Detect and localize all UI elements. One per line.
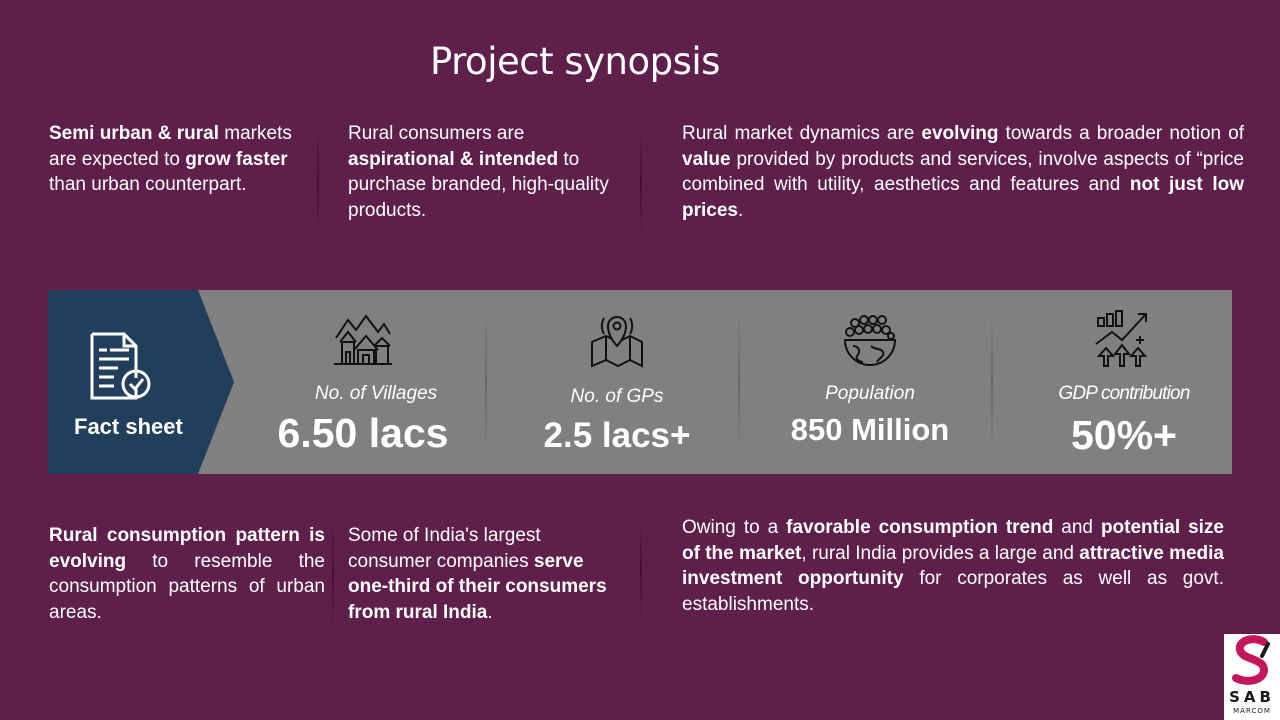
map-pin-icon	[588, 312, 646, 373]
body-text: .	[737, 199, 744, 221]
divider	[640, 522, 642, 620]
stat-value-population: 850 Million	[790, 412, 950, 447]
divider	[317, 128, 319, 236]
divider	[332, 522, 334, 628]
emphasis-text: value	[682, 148, 731, 170]
body-text: Rural consumers are	[348, 123, 525, 144]
text-block-consumers: Rural consumers are aspirational & inten…	[348, 121, 618, 223]
divider	[738, 312, 740, 452]
divider	[640, 128, 642, 236]
page-title: Project synopsis	[430, 40, 720, 83]
divider	[991, 312, 993, 452]
logo-text: SAB	[1229, 688, 1275, 706]
body-text: Owing to a	[682, 517, 787, 538]
body-text: and	[1053, 517, 1101, 538]
stat-value-villages: 6.50 lacs	[277, 410, 449, 456]
text-block-consumption-pattern: Rural consumption pattern is evolving to…	[49, 523, 325, 625]
growth-chart-icon	[1094, 310, 1154, 373]
population-globe-icon	[841, 312, 899, 373]
fact-sheet-label: Fact sheet	[74, 414, 183, 439]
emphasis-text: evolving	[921, 123, 999, 144]
sab-marcom-logo: SAB MARCOM	[1224, 634, 1280, 720]
text-block-opportunity: Owing to a favorable consumption trend a…	[682, 515, 1224, 617]
stat-value-gdp: 50%+	[1070, 412, 1178, 458]
body-text: Rural market dynamics are	[682, 123, 922, 144]
body-text: towards a broader notion of	[998, 123, 1244, 144]
village-houses-icon	[334, 312, 392, 373]
emphasis-text: Semi urban & rural	[49, 123, 219, 144]
checklist-document-icon	[86, 330, 154, 407]
stat-label-gps: No. of GPs	[570, 386, 664, 407]
text-block-dynamics: Rural market dynamics are evolving towar…	[682, 121, 1244, 223]
body-text: Some of India's largest consumer compani…	[348, 525, 541, 572]
text-block-markets: Semi urban & rural markets are expected …	[49, 121, 299, 198]
body-text: , rural India provides a large and	[801, 542, 1080, 564]
stat-label-villages: No. of Villages	[314, 383, 438, 404]
divider	[485, 312, 487, 452]
body-text: than urban counterpart.	[49, 174, 247, 195]
emphasis-text: aspirational & intended	[348, 148, 559, 170]
emphasis-text: grow faster	[185, 148, 288, 170]
logo-subtext: MARCOM	[1233, 707, 1271, 715]
emphasis-text: favorable consumption trend	[786, 517, 1054, 538]
stat-label-population: Population	[825, 383, 915, 404]
body-text: .	[487, 601, 493, 623]
stat-value-gps: 2.5 lacs+	[543, 416, 691, 455]
stat-label-gdp: GDP contribution	[1058, 383, 1190, 404]
text-block-companies: Some of India's largest consumer compani…	[348, 523, 624, 625]
